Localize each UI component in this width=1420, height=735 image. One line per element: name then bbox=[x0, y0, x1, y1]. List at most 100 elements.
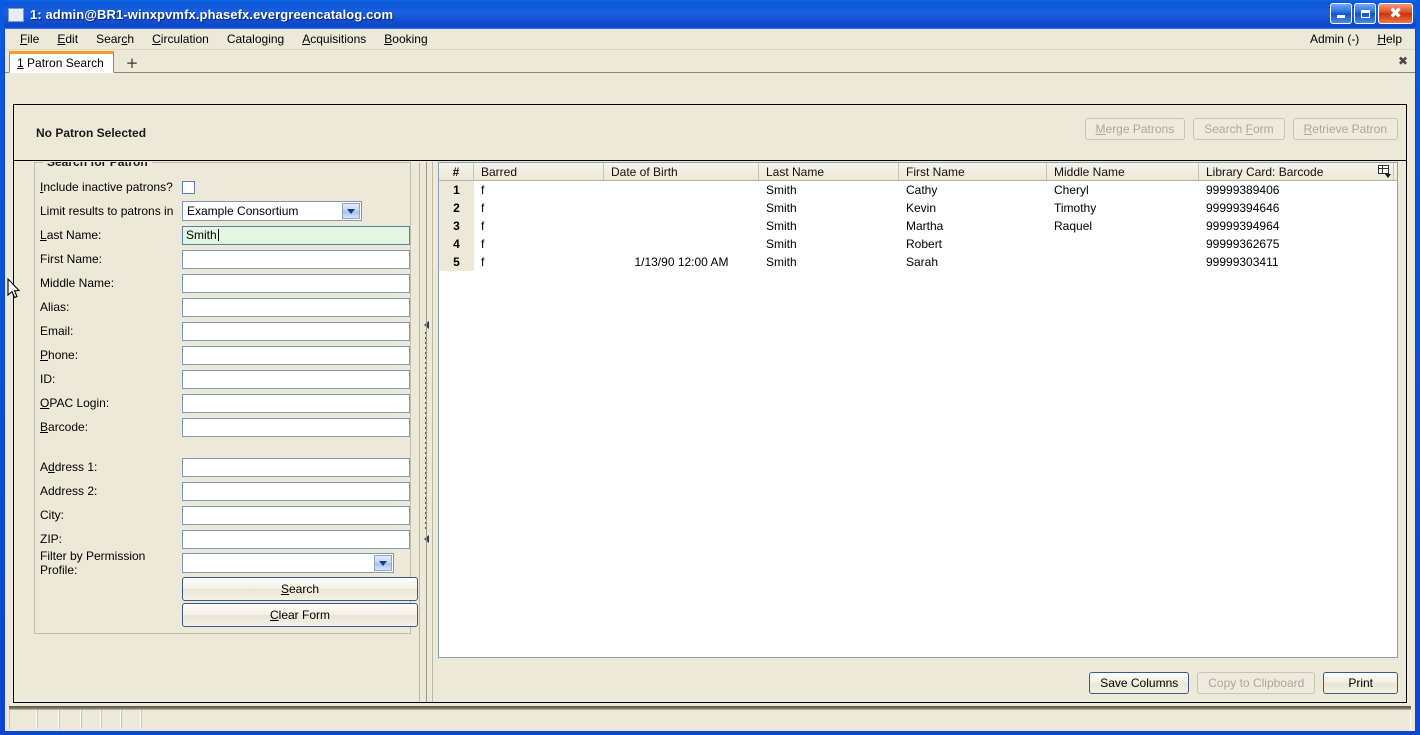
clear-form-button[interactable]: Clear Form bbox=[182, 603, 418, 627]
phone-label: Phone: bbox=[40, 348, 79, 362]
chevron-down-icon bbox=[374, 555, 392, 571]
table-row[interactable]: 4 f Smith Robert 99999362675 bbox=[439, 235, 1397, 253]
tab-patron-search[interactable]: 1 Patron Search bbox=[9, 51, 114, 73]
menu-search[interactable]: Search bbox=[87, 30, 143, 48]
content-panel: No Patron Selected Merge Patrons Search … bbox=[13, 104, 1407, 703]
address2-input[interactable] bbox=[182, 481, 410, 501]
cell-middle-name: Timothy bbox=[1054, 201, 1097, 215]
column-header-last-name[interactable]: Last Name bbox=[759, 163, 899, 180]
alias-input[interactable] bbox=[182, 297, 410, 317]
cell-barcode: 99999389406 bbox=[1206, 183, 1280, 197]
last-name-input[interactable]: Smith bbox=[182, 225, 410, 245]
results-grid: # Barred Date of Birth Last Name First N… bbox=[438, 162, 1398, 658]
column-picker-icon[interactable] bbox=[1377, 164, 1393, 178]
column-header-barred[interactable]: Barred bbox=[474, 163, 604, 180]
first-name-label: First Name: bbox=[40, 252, 103, 266]
menu-acquisitions[interactable]: Acquisitions bbox=[293, 30, 375, 48]
row-include-inactive: Include inactive patrons? bbox=[35, 175, 410, 199]
table-row[interactable]: 1 f Smith Cathy Cheryl 99999389406 bbox=[439, 181, 1397, 199]
search-button[interactable]: Search bbox=[182, 577, 418, 601]
row-zip: ZIP: bbox=[35, 527, 410, 551]
menu-edit[interactable]: Edit bbox=[48, 30, 87, 48]
column-header-dob[interactable]: Date of Birth bbox=[604, 163, 759, 180]
status-segment bbox=[37, 710, 59, 729]
phone-input[interactable] bbox=[182, 345, 410, 365]
last-name-value: Smith bbox=[186, 227, 217, 242]
opac-login-input[interactable] bbox=[182, 393, 410, 413]
column-header-first-name[interactable]: First Name bbox=[899, 163, 1047, 180]
address1-input[interactable] bbox=[182, 457, 410, 477]
limit-results-label: Limit results to patrons in bbox=[40, 204, 174, 218]
cell-first-name: Robert bbox=[906, 237, 943, 251]
row-last-name: Last Name: Smith bbox=[35, 223, 410, 247]
zip-label: ZIP: bbox=[40, 532, 63, 546]
print-button[interactable]: Print bbox=[1323, 672, 1398, 694]
row-opac-login: OPAC Login: bbox=[35, 391, 410, 415]
column-header-number[interactable]: # bbox=[439, 163, 474, 180]
table-row[interactable]: 5 f 1/13/90 12:00 AM Smith Sarah 9999930… bbox=[439, 253, 1397, 271]
email-input[interactable] bbox=[182, 321, 410, 341]
chevron-down-icon bbox=[342, 203, 360, 219]
copy-to-clipboard-button[interactable]: Copy to Clipboard bbox=[1197, 672, 1316, 694]
permission-profile-select[interactable] bbox=[182, 553, 394, 573]
new-tab-button[interactable]: + bbox=[122, 56, 143, 71]
table-row[interactable]: 3 f Smith Martha Raquel 99999394964 bbox=[439, 217, 1397, 235]
city-input[interactable] bbox=[182, 505, 410, 525]
close-tab-icon[interactable]: ✖ bbox=[1398, 54, 1408, 68]
cell-number: 2 bbox=[439, 199, 474, 217]
row-barcode: Barcode: bbox=[35, 415, 410, 439]
opac-login-label: OPAC Login: bbox=[40, 396, 110, 410]
search-form-button[interactable]: Search Form bbox=[1193, 118, 1285, 140]
close-button[interactable]: ✖ bbox=[1378, 3, 1413, 24]
cell-barcode: 99999394646 bbox=[1206, 201, 1280, 215]
menu-admin[interactable]: Admin (-) bbox=[1301, 30, 1368, 48]
status-segment bbox=[81, 710, 101, 729]
save-columns-button[interactable]: Save Columns bbox=[1089, 672, 1190, 694]
cell-barred: f bbox=[481, 201, 485, 215]
status-segment bbox=[59, 710, 81, 729]
cell-middle-name: Cheryl bbox=[1054, 183, 1089, 197]
barcode-input[interactable] bbox=[182, 417, 410, 437]
table-row[interactable]: 2 f Smith Kevin Timothy 99999394646 bbox=[439, 199, 1397, 217]
row-email: Email: bbox=[35, 319, 410, 343]
menu-cataloging[interactable]: Cataloging bbox=[218, 30, 293, 48]
menu-help[interactable]: Help bbox=[1368, 30, 1411, 48]
cell-first-name: Cathy bbox=[906, 183, 938, 197]
include-inactive-checkbox[interactable] bbox=[182, 180, 195, 194]
zip-input[interactable] bbox=[182, 529, 410, 549]
cell-barred: f bbox=[481, 255, 485, 269]
city-label: City: bbox=[40, 508, 64, 522]
row-limit-results: Limit results to patrons in Example Cons… bbox=[35, 199, 410, 223]
cell-barred: f bbox=[481, 219, 485, 233]
id-label: ID: bbox=[40, 372, 56, 386]
cell-number: 3 bbox=[439, 217, 474, 235]
menu-file[interactable]: File bbox=[11, 30, 48, 48]
column-header-middle-name[interactable]: Middle Name bbox=[1047, 163, 1199, 180]
minimize-icon bbox=[1337, 15, 1345, 18]
maximize-button[interactable] bbox=[1354, 3, 1376, 24]
app-icon bbox=[8, 7, 24, 22]
maximize-icon bbox=[1360, 9, 1370, 18]
merge-patrons-button[interactable]: Merge Patrons bbox=[1084, 118, 1186, 140]
patron-header: No Patron Selected Merge Patrons Search … bbox=[14, 105, 1406, 161]
menu-booking[interactable]: Booking bbox=[375, 30, 436, 48]
search-legend: Search for Patron bbox=[43, 162, 152, 169]
column-header-library-card-barcode[interactable]: Library Card: Barcode bbox=[1199, 163, 1394, 180]
tab-label: Patron Search bbox=[27, 56, 104, 70]
first-name-input[interactable] bbox=[182, 249, 410, 269]
middle-name-label: Middle Name: bbox=[40, 276, 115, 290]
row-middle-name: Middle Name: bbox=[35, 271, 410, 295]
client-area: File Edit Search Circulation Cataloging … bbox=[4, 29, 1416, 731]
middle-name-input[interactable] bbox=[182, 273, 410, 293]
cell-number: 1 bbox=[439, 181, 474, 199]
minimize-button[interactable] bbox=[1330, 3, 1352, 24]
window-controls: ✖ bbox=[1330, 3, 1413, 24]
application-window: 1: admin@BR1-winxpvmfx.phasefx.evergreen… bbox=[0, 0, 1420, 735]
retrieve-patron-button[interactable]: Retrieve Patron bbox=[1292, 118, 1398, 140]
cell-middle-name: Raquel bbox=[1054, 219, 1093, 233]
id-input[interactable] bbox=[182, 369, 410, 389]
limit-results-select[interactable]: Example Consortium bbox=[182, 201, 362, 221]
row-address1: Address 1: bbox=[35, 455, 410, 479]
pane-splitter[interactable] bbox=[419, 162, 433, 702]
menu-circulation[interactable]: Circulation bbox=[143, 30, 218, 48]
